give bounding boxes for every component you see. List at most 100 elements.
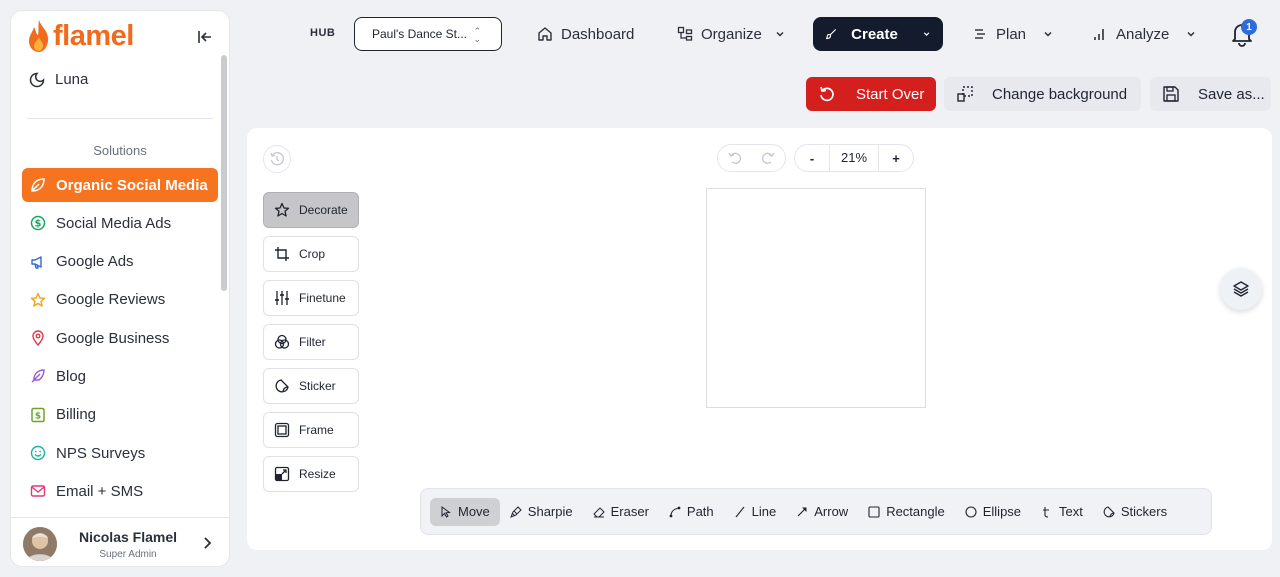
moon-icon (29, 72, 45, 87)
chevron-down-icon (1044, 31, 1052, 37)
draw-tool-path[interactable]: Path (659, 498, 724, 526)
draw-tool-sharpie[interactable]: Sharpie (500, 498, 583, 526)
editor-tools: Decorate Crop Finetune Filter Sticker Fr… (263, 192, 359, 500)
brush-icon (825, 29, 837, 40)
star-icon (30, 292, 46, 308)
undo-button[interactable] (718, 145, 752, 171)
draw-tool-rectangle[interactable]: Rectangle (858, 498, 955, 526)
draw-tool-line[interactable]: Line (724, 498, 787, 526)
chevron-down-icon (1187, 31, 1195, 37)
collapse-sidebar-button[interactable] (195, 27, 215, 47)
organize-icon (677, 26, 693, 41)
undo-redo-group (717, 144, 786, 172)
nav-plan[interactable]: Plan (960, 17, 1066, 51)
sidebar-item-label: Email + SMS (56, 482, 144, 500)
nav-analyze[interactable]: Analyze (1080, 17, 1209, 51)
bar-chart-icon (1094, 29, 1104, 40)
draw-tool-label: Line (751, 504, 777, 519)
sidebar-item-google-reviews[interactable]: Google Reviews (22, 283, 218, 317)
sidebar-item-blog[interactable]: Blog (22, 359, 218, 393)
ellipse-icon (965, 505, 977, 518)
resize-icon (274, 466, 290, 482)
zoom-out-button[interactable]: - (795, 151, 829, 166)
sidebar-item-email-sms[interactable]: Email + SMS (22, 474, 218, 508)
sidebar-item-label: Google Reviews (56, 291, 166, 309)
sticker-icon (275, 379, 289, 393)
sidebar-divider (27, 118, 213, 119)
draw-tool-label: Stickers (1120, 504, 1168, 519)
sidebar-scrollbar[interactable] (221, 55, 227, 291)
draw-tool-move[interactable]: Move (430, 497, 500, 526)
draw-tool-eraser[interactable]: Eraser (583, 498, 659, 526)
user-menu-chevron[interactable] (201, 536, 213, 550)
change-background-button[interactable]: Change background (944, 77, 1141, 111)
user-role: Super Admin (99, 549, 157, 560)
tool-crop[interactable]: Crop (263, 236, 359, 272)
drawing-toolbar: Move Sharpie Eraser Path Line Arrow Rect… (420, 488, 1212, 535)
sharpie-icon (509, 505, 522, 518)
star-icon (274, 202, 290, 217)
dollar-square-icon: $ (30, 407, 46, 423)
flame-logo-icon (29, 20, 49, 52)
image-canvas[interactable] (706, 188, 926, 408)
start-over-button[interactable]: Start Over (806, 77, 936, 111)
tool-resize[interactable]: Resize (263, 456, 359, 492)
sidebar-item-organic-social-media[interactable]: Organic Social Media (22, 168, 218, 202)
sidebar-item-social-media-ads[interactable]: $ Social Media Ads (22, 206, 218, 240)
sidebar-item-billing[interactable]: $ Billing (22, 398, 218, 432)
sidebar-item-google-ads[interactable]: Google Ads (22, 245, 218, 279)
hub-select[interactable]: Paul's Dance St... ⌃ ⌄ (354, 17, 502, 51)
draw-tool-arrow[interactable]: Arrow (786, 498, 858, 526)
redo-button[interactable] (752, 145, 786, 171)
user-name: Nicolas Flamel (78, 529, 178, 545)
sidebar-item-google-business[interactable]: Google Business (22, 321, 218, 355)
history-button[interactable] (263, 145, 291, 173)
tool-decorate[interactable]: Decorate (263, 192, 359, 228)
cursor-icon (441, 505, 451, 518)
layers-button[interactable] (1220, 268, 1262, 310)
leaf-icon (30, 177, 46, 193)
nav-label: Organize (701, 25, 762, 43)
chevron-down-icon (776, 31, 784, 37)
start-over-label: Start Over (856, 85, 925, 103)
change-background-label: Change background (992, 85, 1128, 103)
sliders-icon (275, 291, 289, 305)
tool-frame[interactable]: Frame (263, 412, 359, 448)
save-icon (1163, 86, 1179, 102)
chevron-right-icon (204, 537, 212, 549)
plan-icon (975, 29, 985, 39)
svg-text:$: $ (35, 219, 42, 230)
sidebar-item-label: Google Business (56, 329, 170, 347)
sidebar-item-label: Organic Social Media (56, 176, 208, 194)
nav-organize[interactable]: Organize (665, 17, 798, 51)
sidebar-item-luna[interactable]: Luna (29, 71, 88, 88)
brand-logo[interactable]: flamel (27, 19, 134, 53)
sidebar-item-label: Luna (55, 71, 89, 88)
draw-tool-text[interactable]: Text (1031, 498, 1093, 526)
restart-icon (820, 86, 834, 102)
dollar-circle-icon: $ (30, 215, 46, 231)
tool-label: Finetune (299, 291, 346, 305)
tool-sticker[interactable]: Sticker (263, 368, 359, 404)
draw-tool-label: Eraser (610, 504, 649, 519)
nav-dashboard[interactable]: Dashboard (525, 17, 646, 51)
sidebar-item-nps-surveys[interactable]: NPS Surveys (22, 436, 218, 470)
mail-icon (30, 483, 46, 499)
draw-tool-label: Arrow (814, 504, 849, 519)
nav-create[interactable]: Create (813, 17, 943, 51)
user-profile[interactable]: Nicolas Flamel Super Admin (11, 517, 229, 566)
draw-tool-stickers[interactable]: Stickers (1093, 498, 1177, 526)
tool-filter[interactable]: Filter (263, 324, 359, 360)
tool-finetune[interactable]: Finetune (263, 280, 359, 316)
frame-icon (274, 422, 290, 438)
tool-label: Sticker (299, 379, 336, 393)
zoom-in-button[interactable]: + (879, 151, 913, 166)
draw-tool-label: Move (458, 504, 490, 519)
sidebar-item-label: Billing (56, 406, 97, 424)
draw-tool-ellipse[interactable]: Ellipse (955, 498, 1031, 526)
save-as-label: Save as... (1198, 85, 1265, 103)
solutions-nav: Organic Social Media $ Social Media Ads … (22, 168, 218, 513)
save-as-button[interactable]: Save as... (1150, 77, 1271, 111)
zoom-control: - 21% + (794, 144, 914, 172)
tool-label: Crop (299, 247, 326, 261)
